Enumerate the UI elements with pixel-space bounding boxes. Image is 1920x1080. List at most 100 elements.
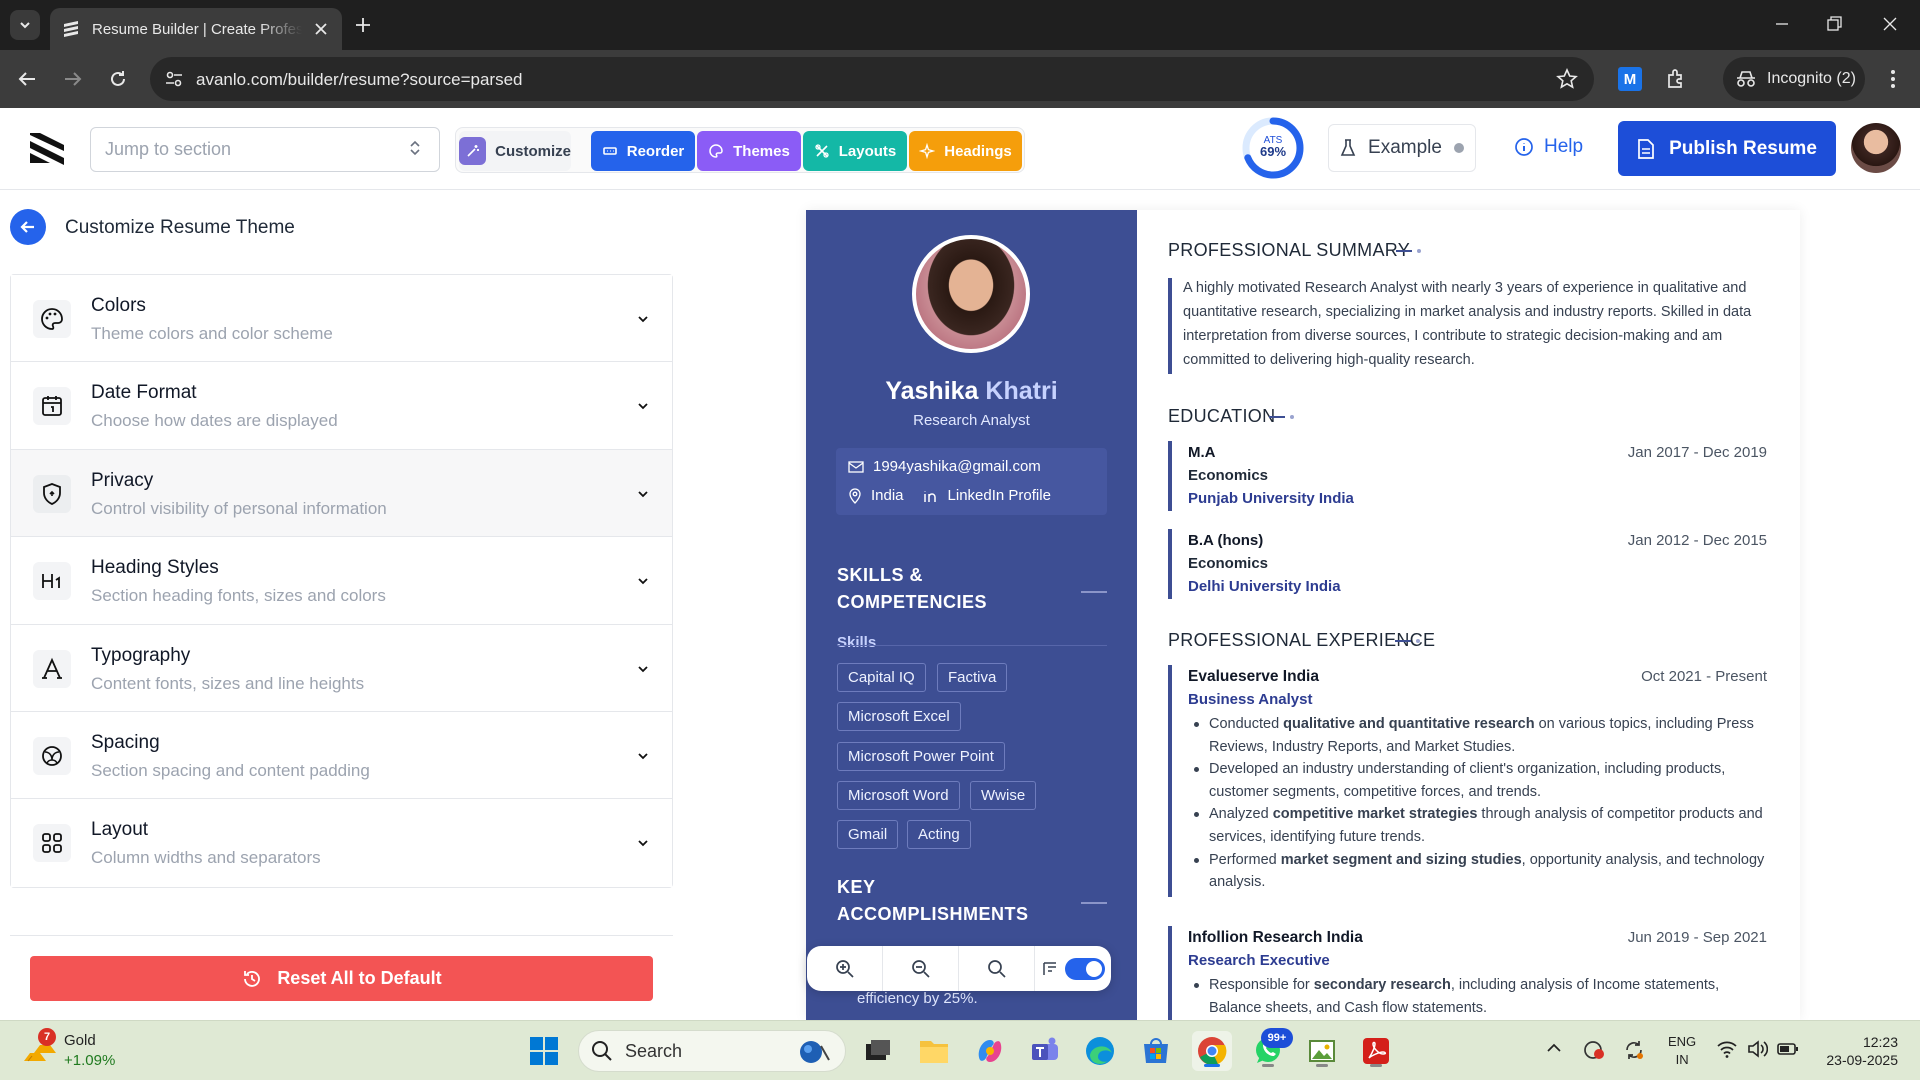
experience-company[interactable]: Evalueserve India [1188,668,1319,686]
zoom-out-button[interactable] [883,946,959,991]
more-menu-icon[interactable] [1883,67,1903,91]
chevron-down-icon [638,316,648,323]
antivirus-icon[interactable] [1583,1039,1605,1061]
bookmark-star-icon[interactable] [1556,68,1578,90]
avanlo-logo-icon[interactable] [28,131,66,167]
select-updown-icon [410,140,420,156]
heading-decoration-dot [1290,415,1294,419]
photos-app-icon[interactable] [1302,1031,1342,1071]
chevron-up-icon[interactable] [1545,1039,1563,1057]
incognito-indicator[interactable]: Incognito (2) [1723,57,1865,101]
resume-role[interactable]: Research Analyst [806,412,1137,429]
copilot-icon[interactable] [970,1031,1010,1071]
headings-button[interactable]: Headings [909,131,1022,171]
sync-icon[interactable] [1623,1039,1645,1061]
contact-email[interactable]: 1994yashika@gmail.com [873,458,1041,475]
accomplishments-heading[interactable]: KEY ACCOMPLISHMENTS [837,874,1029,928]
close-window-icon[interactable] [1880,14,1900,34]
reload-icon[interactable] [107,68,129,90]
themes-button[interactable]: Themes [697,131,801,171]
list-item[interactable]: Developed an industry understanding of c… [1189,758,1767,803]
extension-m-icon[interactable]: M [1618,67,1642,91]
search-icon [987,959,1006,978]
page-break-toggle[interactable] [1035,946,1111,991]
stock-text[interactable]: Gold +1.09% [64,1031,115,1071]
user-avatar[interactable] [1851,123,1901,173]
profile-photo[interactable] [912,235,1030,353]
skill-chip[interactable]: Microsoft Word [837,781,960,810]
jump-to-section-select[interactable] [90,127,440,172]
contact-linkedin[interactable]: LinkedIn Profile [948,487,1051,504]
skill-chip[interactable]: Wwise [970,781,1037,810]
accordion-item-typography[interactable]: Typography Content fonts, sizes and line… [11,624,672,712]
address-bar[interactable]: avanlo.com/builder/resume?source=parsed [150,57,1594,101]
edge-icon[interactable] [1080,1031,1120,1071]
zoom-in-button[interactable] [807,946,883,991]
volume-icon[interactable] [1746,1039,1768,1059]
accordion-item-layout[interactable]: Layout Column widths and separators [11,799,672,887]
skill-chip[interactable]: Microsoft Power Point [837,742,1005,771]
summary-heading[interactable]: PROFESSIONAL SUMMARY [1168,240,1410,261]
example-button[interactable]: Example [1328,124,1476,172]
education-degree[interactable]: B.A (hons) [1188,532,1263,549]
chevron-down-icon [638,840,648,847]
list-item[interactable]: Conducted qualitative and quantitative r… [1189,713,1767,758]
toggle-switch[interactable] [1065,957,1105,980]
accordion-item-heading-styles[interactable]: Heading Styles Section heading fonts, si… [11,537,672,625]
first-name: Yashika [885,377,979,405]
battery-icon[interactable] [1776,1039,1800,1059]
language-indicator[interactable]: ENG IN [1668,1033,1696,1069]
forward-arrow-icon[interactable] [62,68,84,90]
new-tab-icon[interactable] [352,14,374,36]
list-item[interactable]: Responsible for secondary research, incl… [1189,974,1767,1019]
resume-name[interactable]: Yashika Khatri [806,377,1137,406]
file-explorer-icon[interactable] [914,1031,954,1071]
start-button[interactable] [524,1031,564,1071]
reorder-button[interactable]: Reorder [591,131,695,171]
education-heading[interactable]: EDUCATION [1168,406,1275,427]
zoom-reset-button[interactable] [959,946,1035,991]
publish-resume-button[interactable]: Publish Resume [1618,121,1836,176]
acrobat-icon[interactable] [1356,1031,1396,1071]
restore-icon[interactable] [1824,14,1844,34]
summary-text[interactable]: A highly motivated Research Analyst with… [1183,276,1763,372]
site-settings-icon[interactable] [164,69,184,89]
ats-score-ring[interactable]: ATS 69% [1241,116,1305,180]
accordion-item-privacy[interactable]: Privacy Control visibility of personal i… [11,449,672,538]
browser-tab-bar: Resume Builder | Create Professional Res… [0,0,1920,50]
layouts-button[interactable]: Layouts [803,131,907,171]
accordion-item-spacing[interactable]: Spacing Section spacing and content padd… [11,711,672,800]
browser-tab[interactable]: Resume Builder | Create Professional Res… [50,8,342,50]
extensions-puzzle-icon[interactable] [1665,67,1689,91]
reset-default-button[interactable]: Reset All to Default [30,956,653,1001]
list-item[interactable]: Analyzed competitive market strategies t… [1189,803,1767,848]
customize-button[interactable]: Customize [459,131,571,171]
education-degree[interactable]: M.A [1188,444,1216,461]
skill-chip[interactable]: Acting [907,820,971,849]
wifi-icon[interactable] [1716,1039,1738,1059]
list-item[interactable]: Performed market segment and sizing stud… [1189,849,1767,894]
system-clock[interactable]: 12:23 23-09-2025 [1818,1033,1898,1069]
teams-icon[interactable] [1026,1031,1066,1071]
back-button[interactable] [10,209,46,245]
accordion-item-date-format[interactable]: Date Format Choose how dates are display… [11,362,672,450]
help-button[interactable]: Help [1514,136,1583,158]
minimize-icon[interactable] [1772,14,1792,34]
tab-search-button[interactable] [10,10,40,40]
skill-chip[interactable]: Factiva [937,663,1008,692]
skills-heading[interactable]: SKILLS & COMPETENCIES [837,562,987,616]
close-tab-icon[interactable] [312,20,330,38]
accordion-subtitle: Column widths and separators [91,848,321,868]
skill-chip[interactable]: Microsoft Excel [837,702,961,731]
accordion-subtitle: Control visibility of personal informati… [91,498,387,518]
skill-chip[interactable]: Gmail [837,820,899,849]
chrome-icon[interactable] [1192,1031,1232,1071]
task-view-icon[interactable] [858,1031,898,1071]
taskbar-search[interactable]: Search [578,1030,846,1072]
skill-chip[interactable]: Capital IQ [837,663,926,692]
microsoft-store-icon[interactable] [1136,1031,1176,1071]
back-arrow-icon[interactable] [16,68,38,90]
ats-value: 69% [1259,144,1287,159]
experience-company[interactable]: Infollion Research India [1188,929,1363,947]
accordion-item-colors[interactable]: Colors Theme colors and color scheme [11,275,672,363]
